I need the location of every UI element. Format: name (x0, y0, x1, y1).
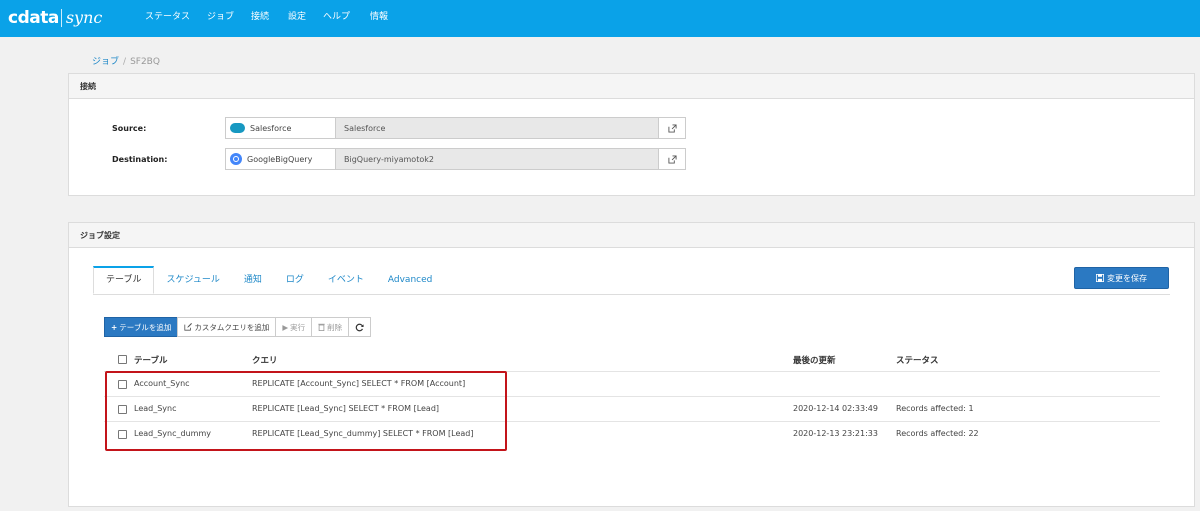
external-link-icon (667, 154, 677, 164)
destination-label: Destination: (112, 155, 168, 164)
trash-icon (318, 323, 325, 331)
row-status: Records affected: 22 (896, 429, 979, 438)
job-tabs: テーブル スケジュール 通知 ログ イベント Advanced (93, 266, 444, 294)
plus-icon: + (111, 322, 118, 332)
source-connection-select[interactable]: Salesforce (226, 118, 336, 138)
select-all-checkbox[interactable] (118, 355, 127, 364)
source-label: Source: (112, 124, 147, 133)
edit-icon (184, 323, 193, 331)
refresh-button[interactable] (348, 317, 372, 337)
add-table-label: テーブルを追加 (119, 322, 172, 332)
salesforce-icon (230, 123, 245, 133)
column-header-status[interactable]: ステータス (896, 354, 939, 366)
row-last-updated: 2020-12-13 23:21:33 (793, 429, 878, 438)
tab-schedule[interactable]: スケジュール (154, 266, 231, 294)
cdata-sync-logo[interactable]: cdata sync (8, 6, 102, 30)
logo-cdata-text: cdata (8, 8, 59, 28)
tab-notifications[interactable]: 通知 (232, 266, 274, 294)
external-link-icon (667, 123, 677, 133)
nav-jobs[interactable]: ジョブ (207, 10, 234, 24)
tab-advanced[interactable]: Advanced (376, 266, 444, 294)
refresh-icon (355, 323, 364, 331)
destination-connection-value: BigQuery-miyamotok2 (336, 149, 659, 169)
row-status: Records affected: 1 (896, 404, 974, 413)
source-connection-row: Salesforce Salesforce (225, 117, 686, 139)
add-custom-query-button[interactable]: カスタムクエリを追加 (177, 317, 277, 337)
breadcrumb-jobs-link[interactable]: ジョブ (92, 57, 119, 67)
google-bigquery-icon (230, 153, 242, 165)
destination-connection-name: GoogleBigQuery (247, 154, 313, 164)
source-connection-value: Salesforce (336, 118, 659, 138)
job-settings-panel: ジョブ設定 テーブル スケジュール 通知 ログ イベント Advanced 変更… (68, 222, 1195, 507)
job-settings-panel-title: ジョブ設定 (69, 223, 1194, 248)
destination-connection-row: GoogleBigQuery BigQuery-miyamotok2 (225, 148, 686, 170)
add-custom-query-label: カスタムクエリを追加 (194, 322, 270, 332)
delete-button[interactable]: 削除 (311, 317, 350, 337)
nav-status[interactable]: ステータス (145, 10, 190, 24)
breadcrumb-current: SF2BQ (130, 57, 160, 67)
row-last-updated: 2020-12-14 02:33:49 (793, 404, 878, 413)
source-connection-name: Salesforce (250, 123, 292, 133)
logo-sync-text: sync (60, 9, 102, 27)
add-table-button[interactable]: + テーブルを追加 (104, 317, 179, 337)
connection-panel: 接続 Source: Salesforce Salesforce Destina… (68, 73, 1195, 196)
run-button[interactable]: ▶ 実行 (275, 317, 313, 337)
table-toolbar: + テーブルを追加 カスタムクエリを追加 ▶ 実行 削除 (104, 317, 372, 337)
destination-open-link-button[interactable] (659, 149, 685, 169)
tab-logs[interactable]: ログ (274, 266, 316, 294)
nav-help[interactable]: ヘルプ (323, 10, 350, 24)
column-header-last-updated[interactable]: 最後の更新 (793, 354, 836, 366)
nav-info[interactable]: 情報 (370, 10, 388, 24)
tab-tables[interactable]: テーブル (93, 266, 155, 294)
connection-panel-title: 接続 (69, 74, 1194, 99)
top-navbar: cdata sync ステータス ジョブ 接続 設定 ヘルプ 情報 (0, 0, 1200, 37)
source-open-link-button[interactable] (659, 118, 685, 138)
save-changes-button[interactable]: 変更を保存 (1074, 267, 1169, 289)
destination-connection-select[interactable]: GoogleBigQuery (226, 149, 336, 169)
tab-divider (93, 294, 1170, 295)
breadcrumb: ジョブ / SF2BQ (92, 56, 160, 68)
delete-label: 削除 (327, 322, 343, 332)
play-icon: ▶ (282, 322, 289, 332)
nav-connections[interactable]: 接続 (251, 10, 269, 24)
save-icon (1096, 274, 1104, 282)
nav-settings[interactable]: 設定 (288, 10, 306, 24)
column-header-query[interactable]: クエリ (252, 354, 278, 366)
column-header-table[interactable]: テーブル (134, 354, 168, 366)
tab-events[interactable]: イベント (316, 266, 376, 294)
save-changes-label: 変更を保存 (1107, 273, 1147, 283)
breadcrumb-separator: / (123, 57, 127, 67)
run-label: 実行 (290, 322, 306, 332)
highlight-box (105, 371, 507, 451)
